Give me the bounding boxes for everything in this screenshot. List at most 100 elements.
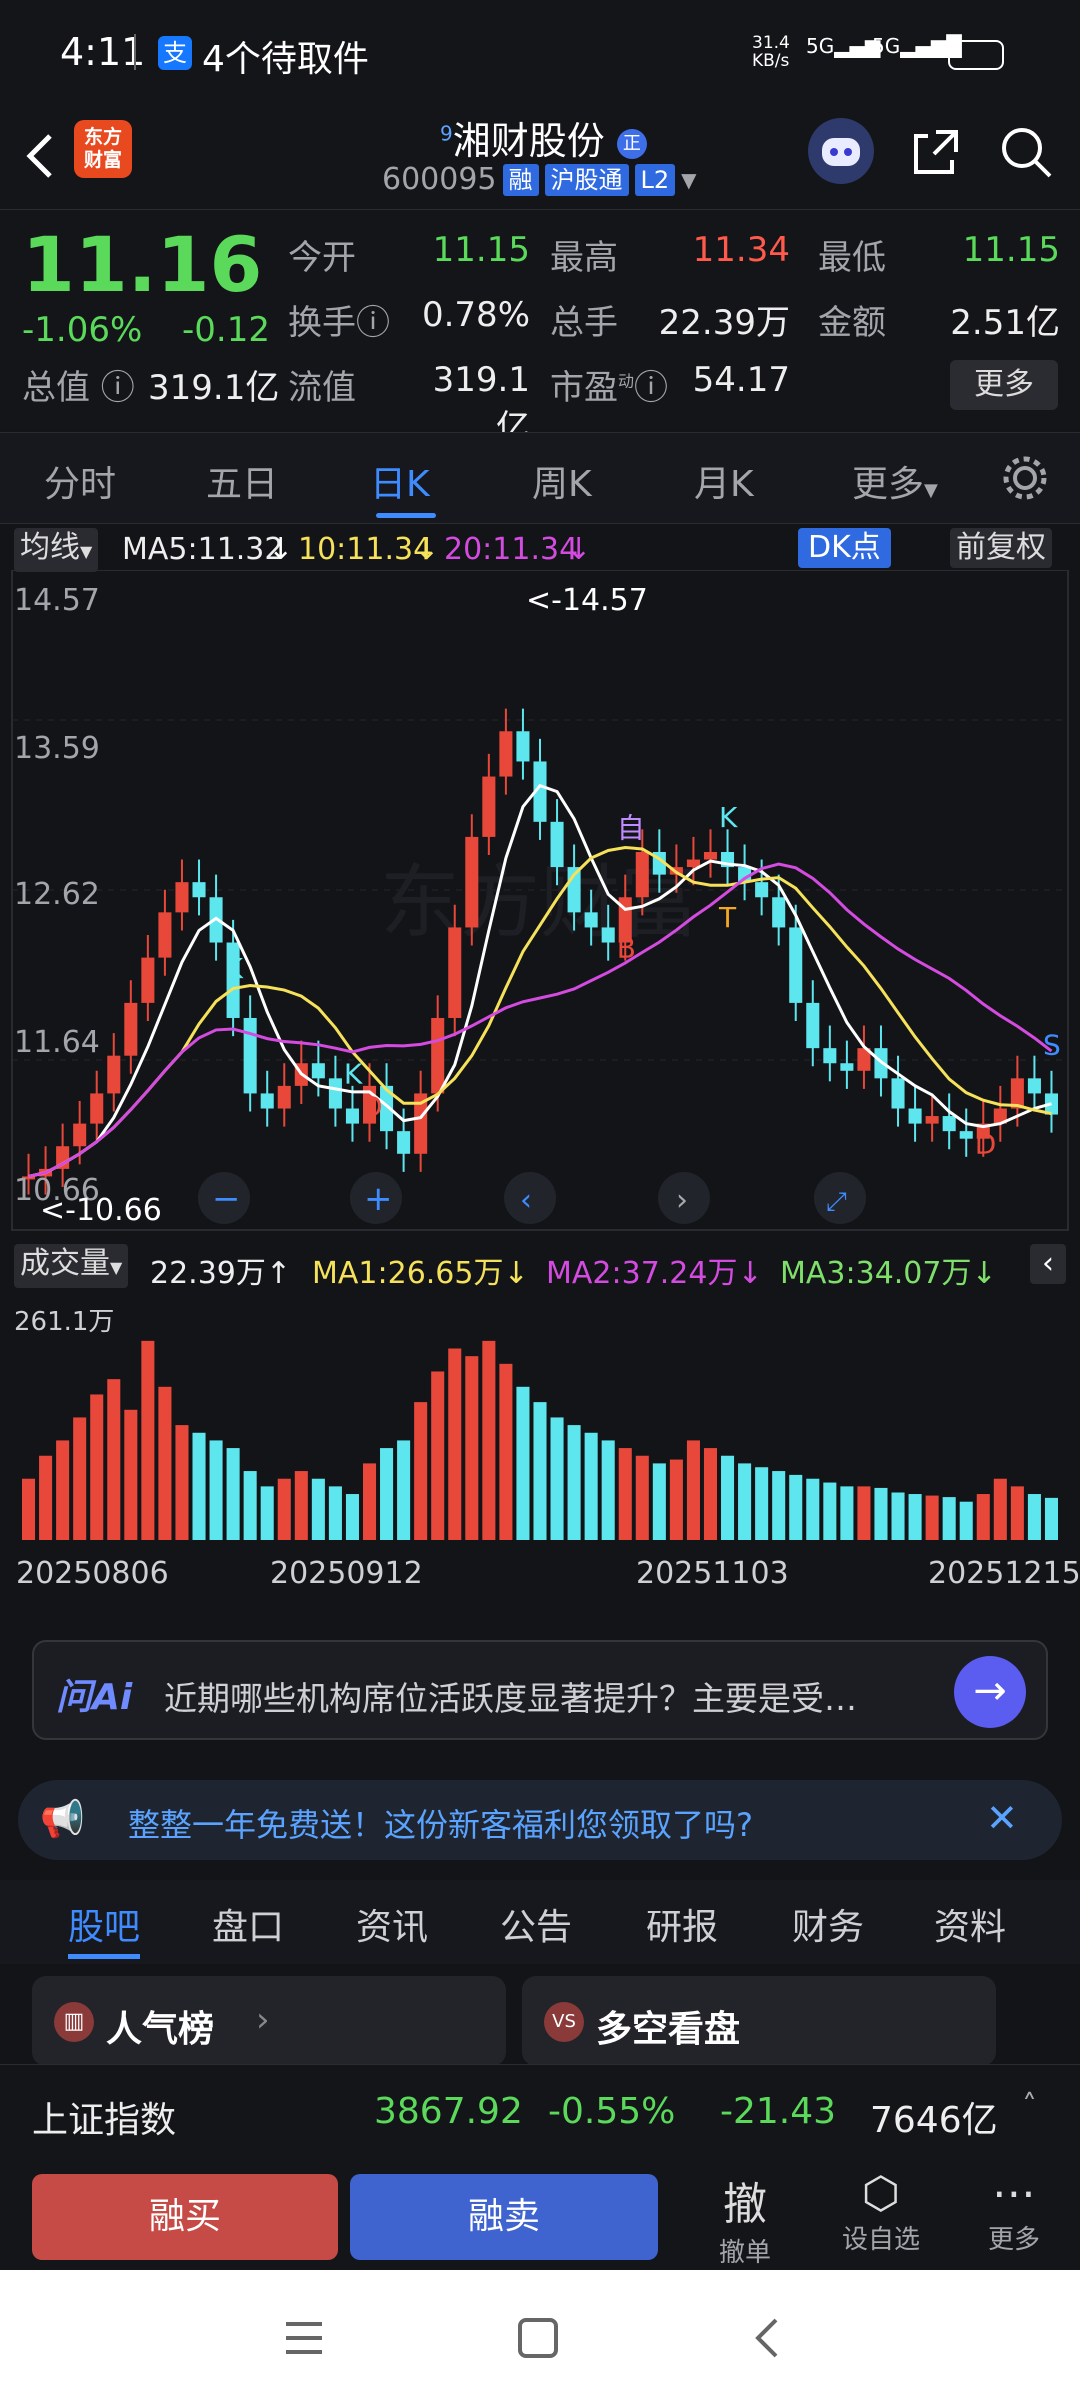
- scroll-right-button[interactable]: ›: [658, 1172, 710, 1224]
- date-tick: 20250912: [270, 1556, 423, 1591]
- index-ticker[interactable]: 上证指数 3867.92 -0.55% -21.43 7646亿 ˄: [0, 2064, 1080, 2160]
- signal-marker: K: [344, 1058, 363, 1091]
- date-tick: 20251215: [928, 1556, 1080, 1591]
- scroll-left-button[interactable]: ‹: [504, 1172, 556, 1224]
- home-icon[interactable]: [516, 2316, 560, 2360]
- candle-body: [328, 1078, 342, 1109]
- high-label: 最高: [550, 238, 618, 278]
- tab-daily-k[interactable]: 日K: [370, 455, 430, 507]
- volume-bar: [1044, 1497, 1058, 1540]
- tab-announcements[interactable]: 公告: [500, 1898, 572, 1950]
- tab-weekly-k[interactable]: 周K: [532, 455, 592, 507]
- menu-icon[interactable]: [282, 2318, 326, 2358]
- collapse-icon[interactable]: ‹: [1030, 1244, 1066, 1284]
- price-adjust-button[interactable]: 前复权: [950, 528, 1052, 568]
- tab-news[interactable]: 资讯: [356, 1898, 428, 1950]
- volume-bar: [311, 1478, 325, 1540]
- alipay-icon: 支: [158, 36, 192, 70]
- tab-profile[interactable]: 资料: [934, 1898, 1006, 1950]
- tab-orderbook[interactable]: 盘口: [212, 1898, 284, 1950]
- candle-body: [1027, 1078, 1041, 1094]
- mcap-label: 总值 ⓘ: [22, 368, 135, 408]
- index-amount: 7646亿: [870, 2100, 998, 2141]
- tab-more[interactable]: 更多▼: [852, 455, 938, 507]
- candle-body: [141, 957, 155, 1003]
- tab-monthly-k[interactable]: 月K: [694, 455, 754, 507]
- volume-bar: [277, 1478, 291, 1540]
- stock-name: 9湘财股份 正: [440, 110, 647, 165]
- back-nav-icon[interactable]: [748, 2316, 788, 2360]
- candle-body: [891, 1078, 905, 1109]
- open-value: 11.15: [432, 230, 530, 270]
- indicator-select[interactable]: 均线▼: [14, 528, 99, 572]
- close-icon[interactable]: ✕: [986, 1796, 1018, 1840]
- volume-bar: [618, 1448, 632, 1540]
- ai-question-box[interactable]: 问Ai 近期哪些机构席位活跃度显著提升？主要是受… →: [32, 1640, 1048, 1740]
- popularity-card[interactable]: ▥ 人气榜 ›: [32, 1976, 506, 2066]
- volume-chart[interactable]: 261.1万: [0, 1290, 1080, 1590]
- promo-banner[interactable]: 📢 整整一年免费送！这份新客福利您领取了吗? ✕: [18, 1780, 1062, 1860]
- chevron-up-icon[interactable]: ˄: [1022, 2089, 1037, 2124]
- stock-code-row[interactable]: 600095 融 沪股通 L2 ▼: [382, 162, 697, 197]
- volume-bar: [1027, 1494, 1041, 1540]
- volume-bar: [22, 1478, 36, 1540]
- dk-point-button[interactable]: DK点: [798, 528, 891, 568]
- promo-text: 整整一年免费送！这份新客福利您领取了吗?: [128, 1806, 753, 1844]
- volume-bar: [414, 1402, 428, 1540]
- ai-send-button[interactable]: →: [954, 1656, 1026, 1728]
- cancel-order-button[interactable]: 撤 撤单: [700, 2168, 790, 2269]
- volume-bar: [738, 1463, 752, 1540]
- candle-body: [345, 1108, 359, 1124]
- volume-bar: [362, 1463, 377, 1540]
- trade-action-bar: 融买 融卖 撤 撤单 ⬡ 设自选 ⋯ 更多: [0, 2160, 1080, 2270]
- assistant-avatar[interactable]: [808, 118, 874, 184]
- watch-label: 设自选: [841, 2225, 920, 2255]
- candle-body: [124, 1002, 138, 1056]
- more-actions-button[interactable]: ⋯ 更多: [964, 2168, 1064, 2256]
- tab-intraday[interactable]: 分时: [44, 455, 116, 507]
- amount-label: 金额: [818, 303, 886, 343]
- tab-research[interactable]: 研报: [646, 1898, 718, 1950]
- volume-indicator-select[interactable]: 成交量▼: [14, 1244, 129, 1288]
- tab-forum[interactable]: 股吧: [68, 1898, 140, 1950]
- candle-body: [584, 912, 598, 928]
- candle-body: [686, 859, 700, 868]
- bull-bear-card[interactable]: VS 多空看盘: [522, 1976, 996, 2066]
- margin-sell-button[interactable]: 融卖: [350, 2174, 658, 2260]
- candle-body: [806, 1002, 820, 1049]
- search-icon[interactable]: [996, 122, 1056, 182]
- candle-body: [499, 731, 513, 777]
- volume-bar: [328, 1486, 342, 1540]
- zoom-in-button[interactable]: +: [350, 1172, 402, 1224]
- candle-body: [908, 1108, 922, 1124]
- volume-bar: [90, 1394, 104, 1540]
- volume-bar: [772, 1471, 786, 1540]
- volume-label: 总手: [550, 303, 618, 343]
- chevron-right-icon: ›: [256, 2000, 270, 2040]
- candle-body: [192, 882, 206, 898]
- share-icon[interactable]: [906, 122, 966, 182]
- candlestick-chart[interactable]: 东方财富 14.5713.5912.6211.6410.66 KKD自BTKDS…: [0, 570, 1080, 1240]
- vol-ma1: MA1:26.65万↓: [312, 1256, 529, 1291]
- volume-bar: [550, 1417, 564, 1540]
- more-quote-button[interactable]: 更多: [950, 360, 1058, 410]
- volume-bar: [141, 1340, 155, 1540]
- candle-body: [925, 1116, 939, 1124]
- content-tabs: 股吧 盘口 资讯 公告 研报 财务 资料: [0, 1880, 1080, 1964]
- add-watchlist-button[interactable]: ⬡ 设自选: [826, 2168, 936, 2256]
- back-icon[interactable]: [20, 128, 60, 184]
- tab-finance[interactable]: 财务: [792, 1898, 864, 1950]
- signal-marker: B: [617, 931, 636, 964]
- content-tab-indicator: [68, 1954, 140, 1959]
- candle-body: [260, 1093, 274, 1109]
- app-logo[interactable]: 东方 财富: [74, 120, 132, 178]
- tab-five-day[interactable]: 五日: [206, 455, 278, 507]
- volume-bar: [397, 1440, 411, 1540]
- zoom-out-button[interactable]: −: [198, 1172, 250, 1224]
- volume-bar: [993, 1478, 1007, 1540]
- candle-body: [311, 1063, 325, 1079]
- fullscreen-button[interactable]: ⤢: [814, 1172, 866, 1224]
- gear-icon[interactable]: [998, 451, 1052, 505]
- margin-buy-button[interactable]: 融买: [32, 2174, 338, 2260]
- volume-bar: [345, 1494, 359, 1540]
